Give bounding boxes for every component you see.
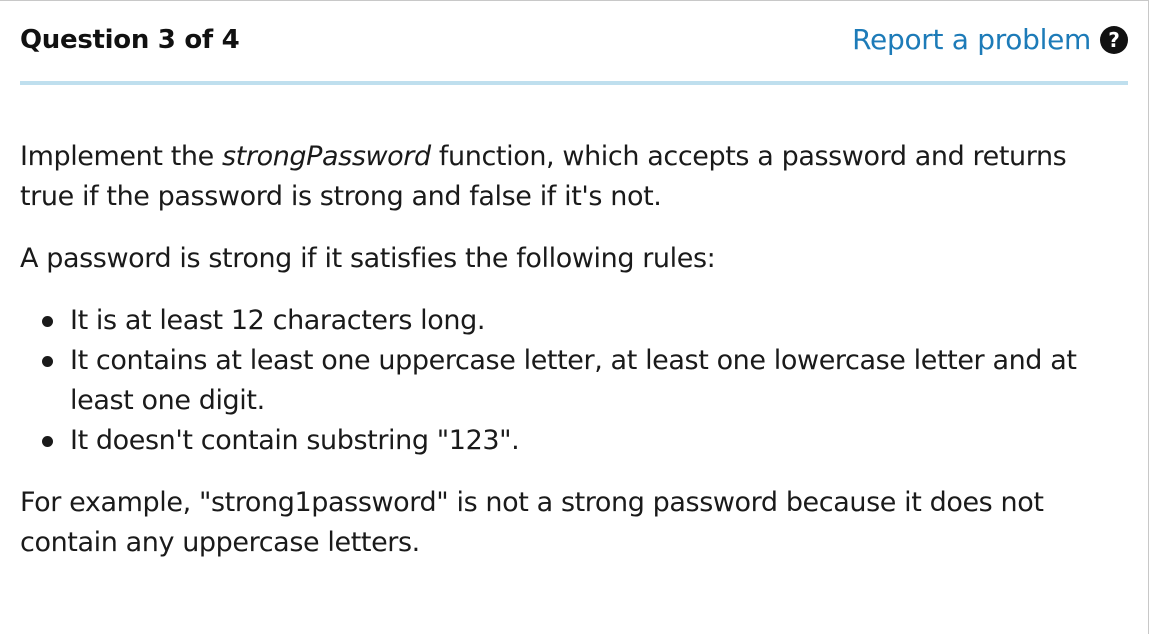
question-counter: Question 3 of 4 — [20, 25, 240, 55]
task-description: Implement the strongPassword function, w… — [20, 137, 1128, 217]
rule-item: It contains at least one uppercase lette… — [20, 341, 1128, 421]
question-body: Implement the strongPassword function, w… — [20, 137, 1128, 585]
report-problem-label[interactable]: Report a problem — [852, 23, 1091, 56]
example-text: For example, "strong1password" is not a … — [20, 487, 1044, 558]
question-circle-icon[interactable]: ? — [1100, 25, 1128, 54]
question-header: Question 3 of 4 Report a problem ? — [20, 19, 1128, 85]
rules-lead: A password is strong if it satisfies the… — [20, 243, 716, 274]
rule-item: It doesn't contain substring "123". — [20, 421, 1128, 461]
rule-item: It is at least 12 characters long. — [20, 301, 1128, 341]
task-intro-before: Implement the — [20, 141, 223, 172]
report-problem-link[interactable]: Report a problem ? — [852, 23, 1128, 56]
function-name: strongPassword — [222, 141, 431, 172]
question-panel: Question 3 of 4 Report a problem ? Imple… — [0, 0, 1149, 634]
rules-list: It is at least 12 characters long. It co… — [20, 301, 1128, 461]
